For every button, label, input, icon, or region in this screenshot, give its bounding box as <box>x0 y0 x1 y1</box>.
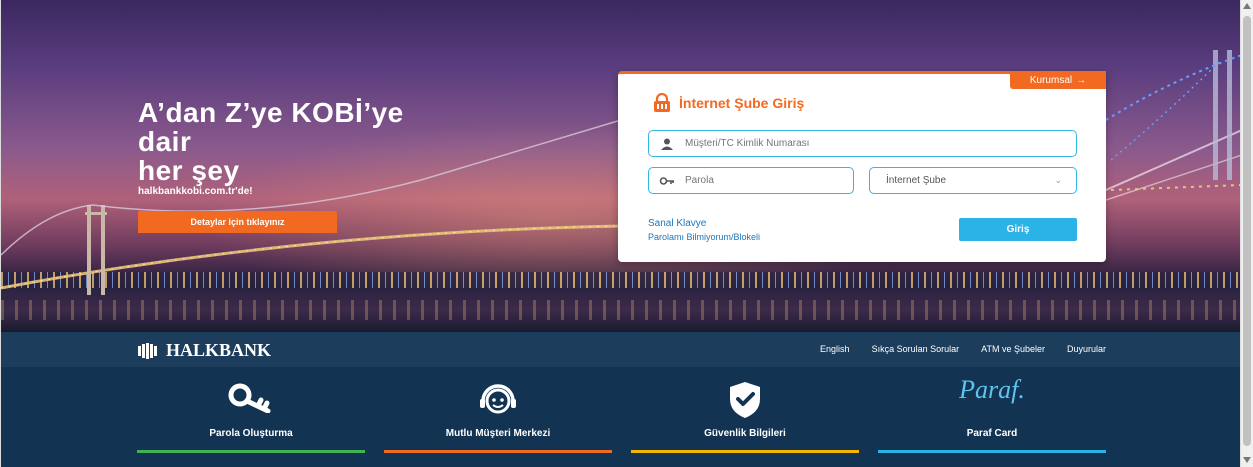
hero-banner: A’dan Z’ye KOBİ’ye dair her şey halkbank… <box>1 0 1242 332</box>
user-icon <box>661 138 673 150</box>
login-header: İnternet Şube Giriş <box>652 93 804 113</box>
nav-link-announcements[interactable]: Duyurular <box>1067 344 1106 354</box>
nav-links: English Sıkça Sorulan Sorular ATM ve Şub… <box>820 344 1106 354</box>
features-strip: Parola Oluşturma Mutlu Müşteri Merkezi G… <box>1 367 1242 467</box>
vertical-scrollbar[interactable] <box>1240 0 1253 467</box>
scroll-up-arrow-icon[interactable] <box>1243 3 1251 9</box>
virtual-keyboard-link[interactable]: Sanal Klavye <box>648 218 706 229</box>
lock-icon <box>654 93 670 112</box>
feature-password-creation[interactable]: Parola Oluşturma <box>137 367 365 467</box>
login-title: İnternet Şube Giriş <box>679 95 805 111</box>
feature-label: Parola Oluşturma <box>209 428 293 439</box>
halkbank-logo[interactable]: HALKBANK <box>138 340 271 361</box>
hero-subtitle: halkbankkobi.com.tr'de! <box>138 186 253 197</box>
logo-text: HALKBANK <box>166 340 272 360</box>
customer-number-input[interactable] <box>683 137 1076 150</box>
channel-select[interactable]: İnternet Şube ⌄ <box>869 167 1077 194</box>
hero-title-line-3: her şey <box>138 155 240 186</box>
hero-title-line-1: A’dan Z’ye KOBİ’ye <box>138 97 404 128</box>
feature-underline <box>384 450 612 453</box>
feature-underline <box>878 450 1106 453</box>
corporate-tab[interactable]: Kurumsal → <box>1010 71 1106 89</box>
login-panel: Kurumsal → İnternet Şube Giriş Müşteri/T… <box>618 71 1106 262</box>
feature-label: Paraf Card <box>966 428 1018 439</box>
feature-label: Güvenlik Bilgileri <box>704 428 786 439</box>
nav-link-faq[interactable]: Sıkça Sorulan Sorular <box>872 344 960 354</box>
browser-viewport: A’dan Z’ye KOBİ’ye dair her şey halkbank… <box>0 0 1242 467</box>
nav-link-english[interactable]: English <box>820 344 850 354</box>
arrow-right-icon: → <box>1076 74 1087 86</box>
corporate-tab-label: Kurumsal <box>1029 74 1073 86</box>
scrollbar-thumb[interactable] <box>1243 16 1251 446</box>
hero-title: A’dan Z’ye KOBİ’ye dair her şey <box>138 98 404 185</box>
footer-navbar: HALKBANK English Sıkça Sorulan Sorular A… <box>1 332 1242 367</box>
customer-number-field[interactable] <box>648 130 1077 157</box>
feature-underline <box>137 450 365 453</box>
key-icon <box>228 383 271 413</box>
halkbank-logo-icon <box>138 342 157 359</box>
feature-security-info[interactable]: Güvenlik Bilgileri <box>631 367 859 467</box>
feature-underline <box>631 450 859 453</box>
feature-label: Mutlu Müşteri Merkezi <box>445 428 551 439</box>
feature-customer-center[interactable]: Mutlu Müşteri Merkezi <box>384 367 612 467</box>
details-button[interactable]: Detaylar için tıklayınız <box>138 211 337 233</box>
key-icon <box>659 176 674 185</box>
nav-link-atm-branches[interactable]: ATM ve Şubeler <box>981 344 1045 354</box>
feature-paraf-card[interactable]: Paraf. Paraf Card <box>878 367 1106 467</box>
paraf-logo: Paraf. <box>959 375 1025 404</box>
password-input[interactable] <box>683 174 853 187</box>
login-button[interactable]: Giriş <box>959 218 1077 241</box>
chevron-down-icon: ⌄ <box>1054 175 1062 185</box>
shield-check-icon <box>730 382 760 418</box>
headset-icon <box>480 384 516 414</box>
forgot-password-link[interactable]: Parolamı Bilmiyorum/Blokeli <box>648 232 760 242</box>
scroll-down-arrow-icon[interactable] <box>1243 457 1251 463</box>
password-field[interactable] <box>648 167 854 194</box>
hero-title-line-2: dair <box>138 126 192 157</box>
channel-select-value: İnternet Şube <box>886 175 947 186</box>
